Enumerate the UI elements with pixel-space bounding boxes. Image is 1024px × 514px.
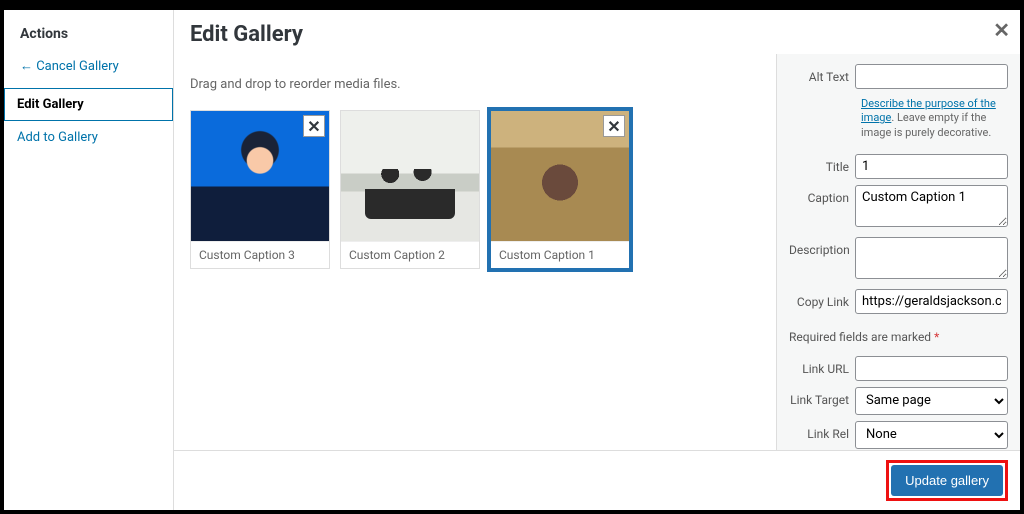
title-label: Title bbox=[789, 154, 855, 174]
gallery-caption[interactable]: Custom Caption 3 bbox=[191, 241, 329, 268]
gallery-caption[interactable]: Custom Caption 2 bbox=[341, 241, 479, 268]
page-title: Edit Gallery bbox=[190, 22, 760, 47]
alt-text-label: Alt Text bbox=[789, 64, 855, 84]
actions-heading: Actions bbox=[4, 20, 173, 54]
gallery-thumbnail bbox=[341, 111, 479, 241]
attachment-details: Alt Text Describe the purpose of the ima… bbox=[776, 54, 1020, 450]
cancel-gallery-link[interactable]: ← Cancel Gallery bbox=[4, 54, 173, 88]
copy-link-input[interactable] bbox=[855, 289, 1008, 314]
link-rel-label: Link Rel bbox=[789, 421, 855, 441]
gallery-item[interactable]: ✕ Custom Caption 3 bbox=[190, 110, 330, 269]
remove-item-icon[interactable]: ✕ bbox=[303, 115, 325, 137]
edit-gallery-modal: ✕ Actions ← Cancel Gallery Edit Gallery … bbox=[0, 0, 1024, 514]
link-target-label: Link Target bbox=[789, 387, 855, 407]
link-target-select[interactable]: Same page bbox=[855, 387, 1008, 415]
link-url-label: Link URL bbox=[789, 356, 855, 376]
update-highlight: Update gallery bbox=[886, 460, 1008, 501]
gallery-item[interactable]: ✕ Custom Caption 2 bbox=[340, 110, 480, 269]
alt-text-help: Describe the purpose of the image. Leave… bbox=[777, 95, 1020, 148]
link-rel-select[interactable]: None bbox=[855, 421, 1008, 449]
sidebar-item-edit-gallery[interactable]: Edit Gallery bbox=[4, 88, 173, 121]
required-fields-note: Required fields are marked * bbox=[777, 320, 1020, 350]
gallery-item[interactable]: ✕ Custom Caption 1 bbox=[490, 110, 630, 269]
close-icon[interactable]: ✕ bbox=[993, 18, 1010, 42]
update-gallery-button[interactable]: Update gallery bbox=[891, 465, 1003, 496]
copy-link-label: Copy Link bbox=[789, 289, 855, 309]
alt-text-input[interactable] bbox=[855, 64, 1008, 89]
link-url-input[interactable] bbox=[855, 356, 1008, 381]
gallery-caption[interactable]: Custom Caption 1 bbox=[491, 241, 629, 268]
caption-label: Caption bbox=[789, 185, 855, 205]
actions-sidebar: Actions ← Cancel Gallery Edit Gallery Ad… bbox=[4, 10, 174, 510]
gallery-main: Edit Gallery Drag and drop to reorder me… bbox=[174, 10, 776, 450]
drag-instruction: Drag and drop to reorder media files. bbox=[190, 77, 760, 92]
remove-item-icon[interactable]: ✕ bbox=[603, 115, 625, 137]
description-label: Description bbox=[789, 237, 855, 257]
gallery-items: ✕ Custom Caption 3 ✕ Custom Caption 2 ✕ … bbox=[190, 110, 760, 269]
title-input[interactable] bbox=[855, 154, 1008, 179]
caption-input[interactable]: Custom Caption 1 bbox=[855, 185, 1008, 227]
description-input[interactable] bbox=[855, 237, 1008, 279]
modal-footer: Update gallery bbox=[174, 450, 1020, 510]
sidebar-item-add-to-gallery[interactable]: Add to Gallery bbox=[4, 121, 173, 154]
